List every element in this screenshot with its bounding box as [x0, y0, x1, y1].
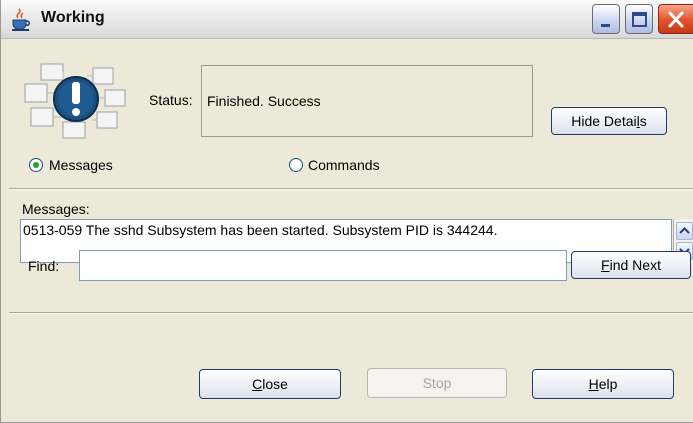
messages-radio-label[interactable]: Messages	[49, 157, 113, 173]
minimize-icon	[601, 24, 610, 27]
close-button[interactable]: Close	[199, 369, 341, 399]
message-line: 0513-059 The sshd Subsystem has been sta…	[23, 222, 498, 238]
find-next-mnemonic: F	[601, 257, 610, 273]
close-mnemonic: C	[252, 376, 263, 392]
close-window-button[interactable]	[658, 4, 693, 34]
divider-bottom	[9, 312, 693, 314]
hide-details-label-end: s	[639, 113, 647, 129]
hide-details-label: Hide Detai	[571, 113, 637, 129]
java-cup-icon	[12, 8, 30, 31]
working-dialog: Working Status: Finished. Success Hide D…	[0, 0, 693, 423]
radio-selected-dot	[33, 162, 39, 168]
find-next-label: ind Next	[609, 257, 661, 273]
close-icon	[668, 11, 684, 28]
title-bar[interactable]: Working	[1, 0, 693, 39]
help-mnemonic: H	[588, 376, 599, 392]
help-button[interactable]: Help	[532, 369, 674, 399]
help-label: elp	[598, 376, 618, 392]
maximize-icon	[632, 12, 647, 27]
status-label: Status:	[149, 92, 193, 108]
messages-heading: Messages:	[22, 201, 90, 217]
find-next-button[interactable]: Find Next	[571, 251, 691, 279]
stop-button[interactable]: Stop	[367, 368, 507, 398]
status-field: Finished. Success	[201, 65, 533, 137]
scroll-up-button[interactable]	[676, 222, 693, 240]
find-input[interactable]	[79, 250, 567, 281]
stop-label: Stop	[422, 375, 452, 391]
maximize-button[interactable]	[625, 4, 653, 34]
status-value: Finished. Success	[207, 93, 321, 109]
window-title: Working	[41, 9, 105, 26]
messages-radio[interactable]	[29, 158, 43, 172]
divider-top	[9, 188, 693, 190]
minimize-button[interactable]	[592, 4, 620, 34]
commands-radio-label[interactable]: Commands	[308, 157, 380, 173]
commands-radio[interactable]	[289, 158, 303, 172]
close-label: lose	[262, 376, 288, 392]
find-label: Find:	[28, 258, 60, 274]
info-exclamation-icon	[24, 63, 126, 139]
chevron-up-icon	[679, 227, 690, 234]
hide-details-button[interactable]: Hide Details	[551, 107, 667, 135]
